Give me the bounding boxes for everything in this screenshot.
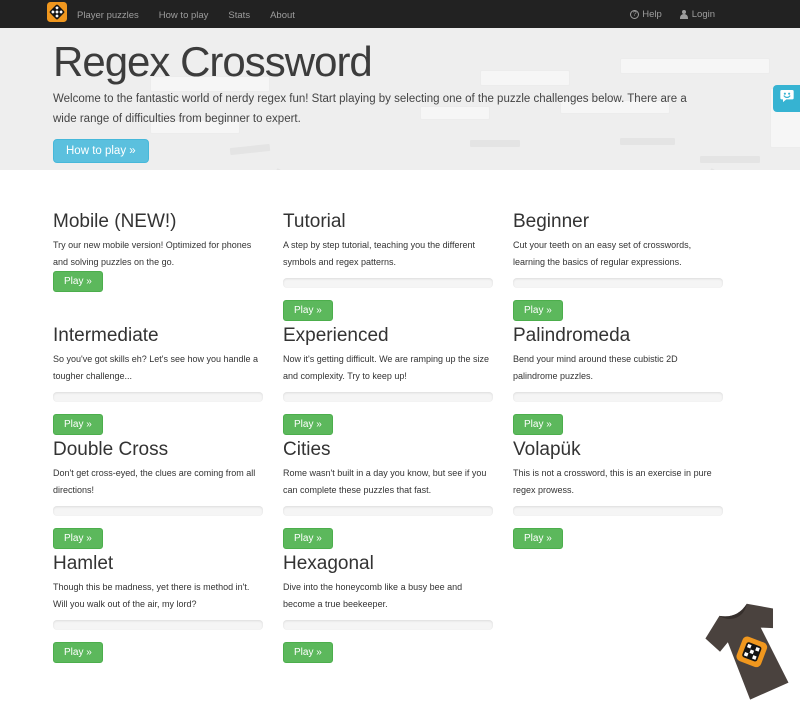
play-button-palindromeda[interactable]: Play » (513, 414, 563, 435)
progress-bar (53, 620, 263, 630)
puzzle-description: Cut your teeth on an easy set of crosswo… (513, 237, 723, 271)
puzzle-card-palindromeda: Palindromeda Bend your mind around these… (513, 319, 723, 433)
progress-bar (513, 506, 723, 516)
navbar: Player puzzles How to play Stats About ?… (0, 0, 800, 28)
puzzle-title: Hexagonal (283, 553, 493, 575)
play-button-tutorial[interactable]: Play » (283, 300, 333, 321)
play-button-hamlet[interactable]: Play » (53, 642, 103, 663)
puzzle-card-cities: Cities Rome wasn't built in a day you kn… (283, 433, 493, 547)
play-button-hexagonal[interactable]: Play » (283, 642, 333, 663)
tshirt-promo-image[interactable] (686, 595, 800, 712)
puzzle-title: Experienced (283, 325, 493, 347)
page-title: Regex Crossword (53, 40, 800, 84)
puzzle-title: Palindromeda (513, 325, 723, 347)
regex-crossword-logo-icon (47, 2, 67, 27)
puzzle-card-hamlet: Hamlet Though this be madness, yet there… (53, 547, 263, 661)
login-label: Login (692, 9, 715, 20)
progress-bar (283, 278, 493, 288)
hero-description: Welcome to the fantastic world of nerdy … (53, 89, 713, 129)
progress-bar (283, 620, 493, 630)
puzzle-card-mobile-new: Mobile (NEW!) Try our new mobile version… (53, 205, 263, 319)
puzzle-description: Rome wasn't built in a day you know, but… (283, 465, 493, 499)
puzzle-description: A step by step tutorial, teaching you th… (283, 237, 493, 271)
puzzle-card-hexagonal: Hexagonal Dive into the honeycomb like a… (283, 547, 493, 661)
help-circle-icon: ? (630, 10, 639, 19)
puzzle-title: Tutorial (283, 211, 493, 233)
navbar-link-player-puzzles[interactable]: Player puzzles (67, 10, 149, 21)
play-button-mobile-new[interactable]: Play » (53, 271, 103, 292)
progress-bar (513, 392, 723, 402)
puzzle-description: Now it's getting difficult. We are rampi… (283, 351, 493, 385)
puzzle-title: Volapük (513, 439, 723, 461)
puzzle-description: Bend your mind around these cubistic 2D … (513, 351, 723, 385)
user-icon (680, 10, 689, 19)
puzzle-card-volap-k: Volapük This is not a crossword, this is… (513, 433, 723, 547)
progress-bar (53, 506, 263, 516)
play-button-beginner[interactable]: Play » (513, 300, 563, 321)
play-button-cities[interactable]: Play » (283, 528, 333, 549)
brand-logo[interactable] (47, 2, 67, 27)
play-button-double-cross[interactable]: Play » (53, 528, 103, 549)
puzzle-title: Hamlet (53, 553, 263, 575)
login-link[interactable]: Login (671, 9, 724, 20)
puzzle-card-beginner: Beginner Cut your teeth on an easy set o… (513, 205, 723, 319)
play-button-volap-k[interactable]: Play » (513, 528, 563, 549)
navbar-link-about[interactable]: About (260, 10, 305, 21)
play-button-intermediate[interactable]: Play » (53, 414, 103, 435)
puzzle-title: Mobile (NEW!) (53, 211, 263, 233)
puzzle-title: Beginner (513, 211, 723, 233)
help-link[interactable]: ? Help (621, 9, 671, 20)
puzzle-card-experienced: Experienced Now it's getting difficult. … (283, 319, 493, 433)
help-label: Help (642, 9, 662, 20)
feedback-smiley-icon (779, 88, 795, 109)
puzzle-card-tutorial: Tutorial A step by step tutorial, teachi… (283, 205, 493, 319)
navbar-link-stats[interactable]: Stats (218, 10, 260, 21)
puzzle-sections: Mobile (NEW!) Try our new mobile version… (0, 170, 800, 661)
puzzle-description: This is not a crossword, this is an exer… (513, 465, 723, 499)
puzzle-description: Though this be madness, yet there is met… (53, 579, 263, 613)
progress-bar (513, 278, 723, 288)
puzzle-title: Cities (283, 439, 493, 461)
navbar-link-how-to-play[interactable]: How to play (149, 10, 219, 21)
puzzle-description: Dive into the honeycomb like a busy bee … (283, 579, 493, 613)
progress-bar (283, 392, 493, 402)
progress-bar (283, 506, 493, 516)
hero-jumbotron: Regex Crossword Welcome to the fantastic… (0, 28, 800, 170)
puzzle-title: Intermediate (53, 325, 263, 347)
progress-bar (53, 392, 263, 402)
play-button-experienced[interactable]: Play » (283, 414, 333, 435)
navbar-links: Player puzzles How to play Stats About (67, 5, 305, 23)
puzzle-description: Try our new mobile version! Optimized fo… (53, 237, 263, 271)
puzzle-description: So you've got skills eh? Let's see how y… (53, 351, 263, 385)
puzzle-card-intermediate: Intermediate So you've got skills eh? Le… (53, 319, 263, 433)
feedback-widget-button[interactable] (773, 85, 800, 112)
puzzle-title: Double Cross (53, 439, 263, 461)
puzzle-description: Don't get cross-eyed, the clues are comi… (53, 465, 263, 499)
puzzle-card-double-cross: Double Cross Don't get cross-eyed, the c… (53, 433, 263, 547)
how-to-play-button[interactable]: How to play » (53, 139, 149, 163)
